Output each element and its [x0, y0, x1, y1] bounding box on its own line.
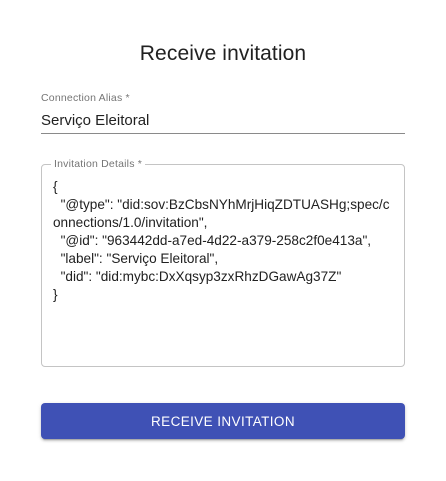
connection-alias-label: Connection Alias * [41, 92, 130, 104]
receive-invitation-button[interactable]: RECEIVE INVITATION [41, 403, 405, 439]
dialog-title: Receive invitation [139, 42, 307, 65]
invitation-details-label: Invitation Details * [51, 157, 146, 171]
connection-alias-underline [41, 133, 405, 134]
invitation-details-textarea[interactable]: { "@type": "did:sov:BzCbsNYhMrjHiqZDTUAS… [53, 178, 395, 358]
invitation-details-field: Invitation Details * { "@type": "did:sov… [41, 157, 405, 367]
connection-alias-input[interactable] [41, 109, 405, 131]
connection-alias-field: Connection Alias * [41, 92, 405, 134]
receive-invitation-dialog: Receive invitation Connection Alias * In… [0, 0, 446, 481]
